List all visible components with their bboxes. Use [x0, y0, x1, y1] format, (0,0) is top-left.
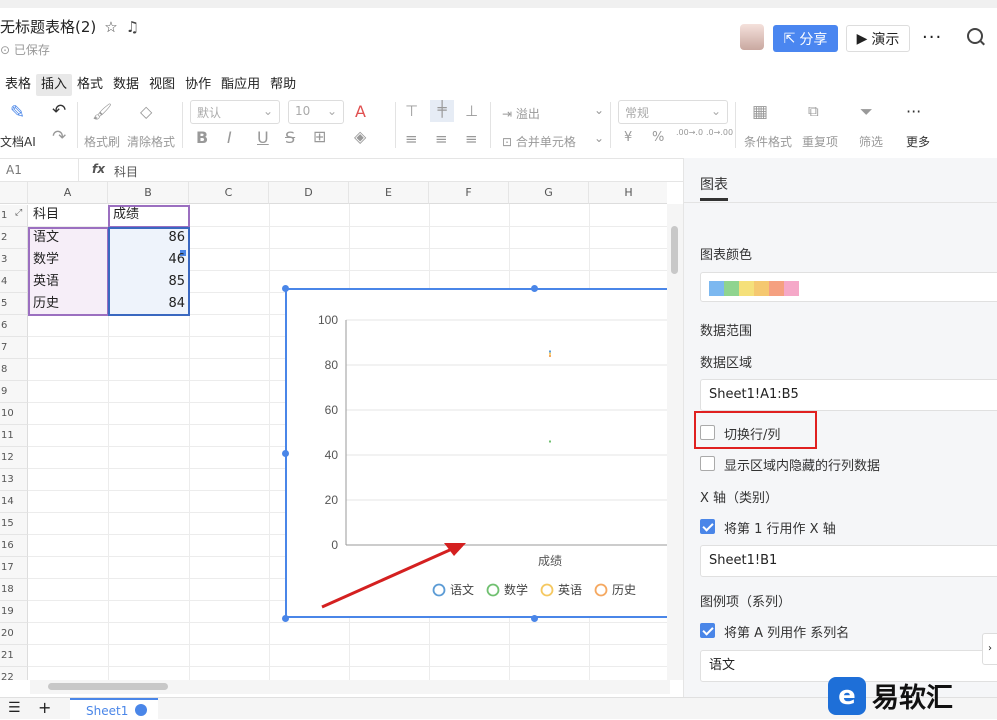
collapse-icon[interactable]: › [982, 633, 997, 665]
sheet-menu-icon[interactable] [135, 704, 147, 716]
vertical-scrollbar[interactable] [667, 204, 683, 680]
horizontal-scrollbar[interactable] [30, 680, 670, 694]
data-area-label: 数据区域 [700, 356, 753, 371]
x-axis-label: X 轴（类别） [700, 491, 779, 506]
color-swatches [709, 281, 799, 296]
color-swatch [724, 281, 739, 296]
color-swatch [784, 281, 799, 296]
logo-text: 易软汇 [872, 683, 953, 714]
divider [684, 202, 997, 203]
show-hidden-checkbox[interactable] [700, 456, 715, 471]
red-arrow [321, 547, 453, 609]
chart-color-label: 图表颜色 [700, 248, 753, 263]
x-axis-checkbox[interactable] [700, 519, 715, 534]
logo-icon: e [828, 676, 866, 715]
chart-settings-panel: 图表 图表颜色 数据范围 数据区域 Sheet1!A1:B5 切换行/列 显示区… [683, 158, 997, 719]
data-area-input[interactable]: Sheet1!A1:B5 [700, 379, 997, 411]
scroll-thumb[interactable] [48, 683, 168, 690]
color-scheme-select[interactable] [700, 272, 997, 302]
x-axis-input[interactable]: Sheet1!B1 [700, 545, 997, 577]
x-axis-check-label[interactable]: 将第 1 行用作 X 轴 [724, 518, 836, 537]
color-swatch [709, 281, 724, 296]
data-range-label: 数据范围 [700, 324, 753, 339]
watermark-logo: e 易软汇 [828, 672, 997, 719]
color-swatch [739, 281, 754, 296]
show-hidden-label[interactable]: 显示区域内隐藏的行列数据 [724, 455, 880, 474]
legend-label: 图例项（系列） [700, 595, 792, 610]
legend-check-label[interactable]: 将第 A 列用作 系列名 [724, 622, 849, 641]
color-swatch [769, 281, 784, 296]
add-sheet-icon[interactable]: + [38, 698, 51, 717]
scroll-thumb[interactable] [671, 226, 678, 274]
tab-underline [700, 198, 728, 201]
tab-chart[interactable]: 图表 [700, 174, 728, 194]
color-swatch [754, 281, 769, 296]
legend-checkbox[interactable] [700, 623, 715, 638]
highlight-box [694, 411, 817, 449]
sheet-list-icon[interactable]: ☰ [8, 700, 21, 716]
sheet-tab-label[interactable]: Sheet1 [86, 704, 128, 718]
